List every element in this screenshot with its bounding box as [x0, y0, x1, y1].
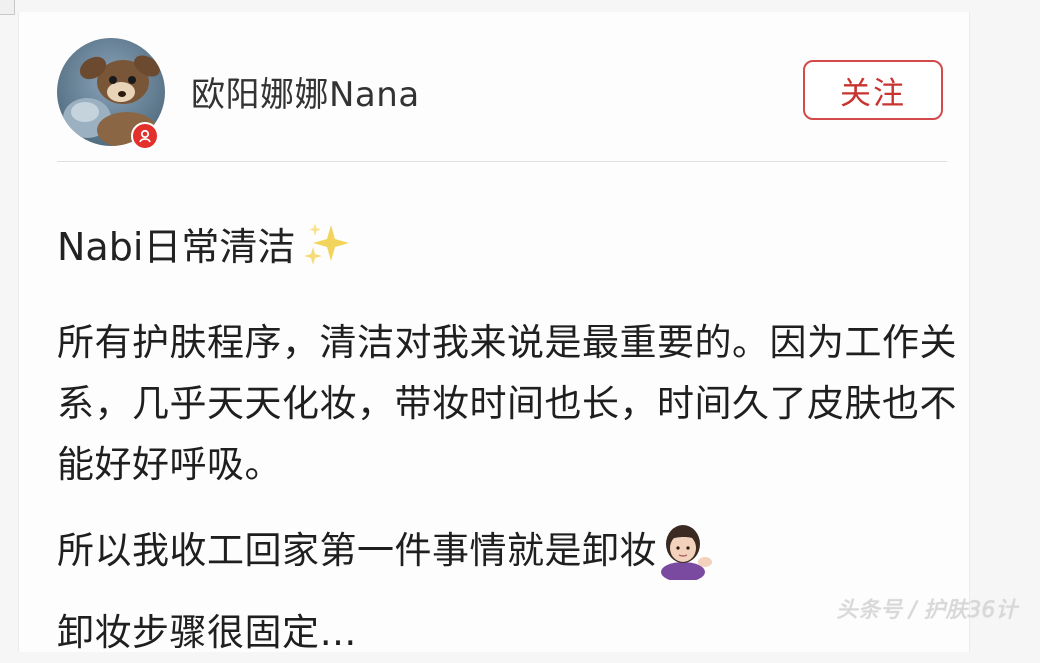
- header-divider: [57, 161, 947, 162]
- author-name[interactable]: 欧阳娜娜Nana: [191, 67, 420, 116]
- post-title-text: Nabi日常清洁: [57, 225, 296, 269]
- avatar[interactable]: [57, 38, 167, 150]
- post-paragraph-text: 所以我收工回家第一件事情就是卸妆: [57, 529, 657, 572]
- post-title: Nabi日常清洁: [57, 216, 353, 271]
- post-paragraph: 卸妆步骤很固定…: [57, 611, 357, 654]
- post-paragraph: 所有护肤程序，清洁对我来说是最重要的。因为工作关系，几乎天天化妆，带妆时间也长，…: [57, 321, 957, 486]
- corner-marker: [0, 0, 15, 15]
- follow-button[interactable]: 关注: [803, 60, 943, 120]
- person-tipping-hand-icon: [659, 522, 715, 582]
- sparkles-icon: [301, 221, 353, 267]
- post-paragraph: 所以我收工回家第一件事情就是卸妆: [57, 520, 967, 582]
- watermark: 头条号 / 护肤36计: [836, 598, 1018, 623]
- verified-badge-icon: [131, 122, 159, 150]
- weibo-post-card: 欧阳娜娜Nana 关注 Nabi日常清洁 所有护肤程序，清洁对我来说是最重要的。…: [18, 12, 970, 654]
